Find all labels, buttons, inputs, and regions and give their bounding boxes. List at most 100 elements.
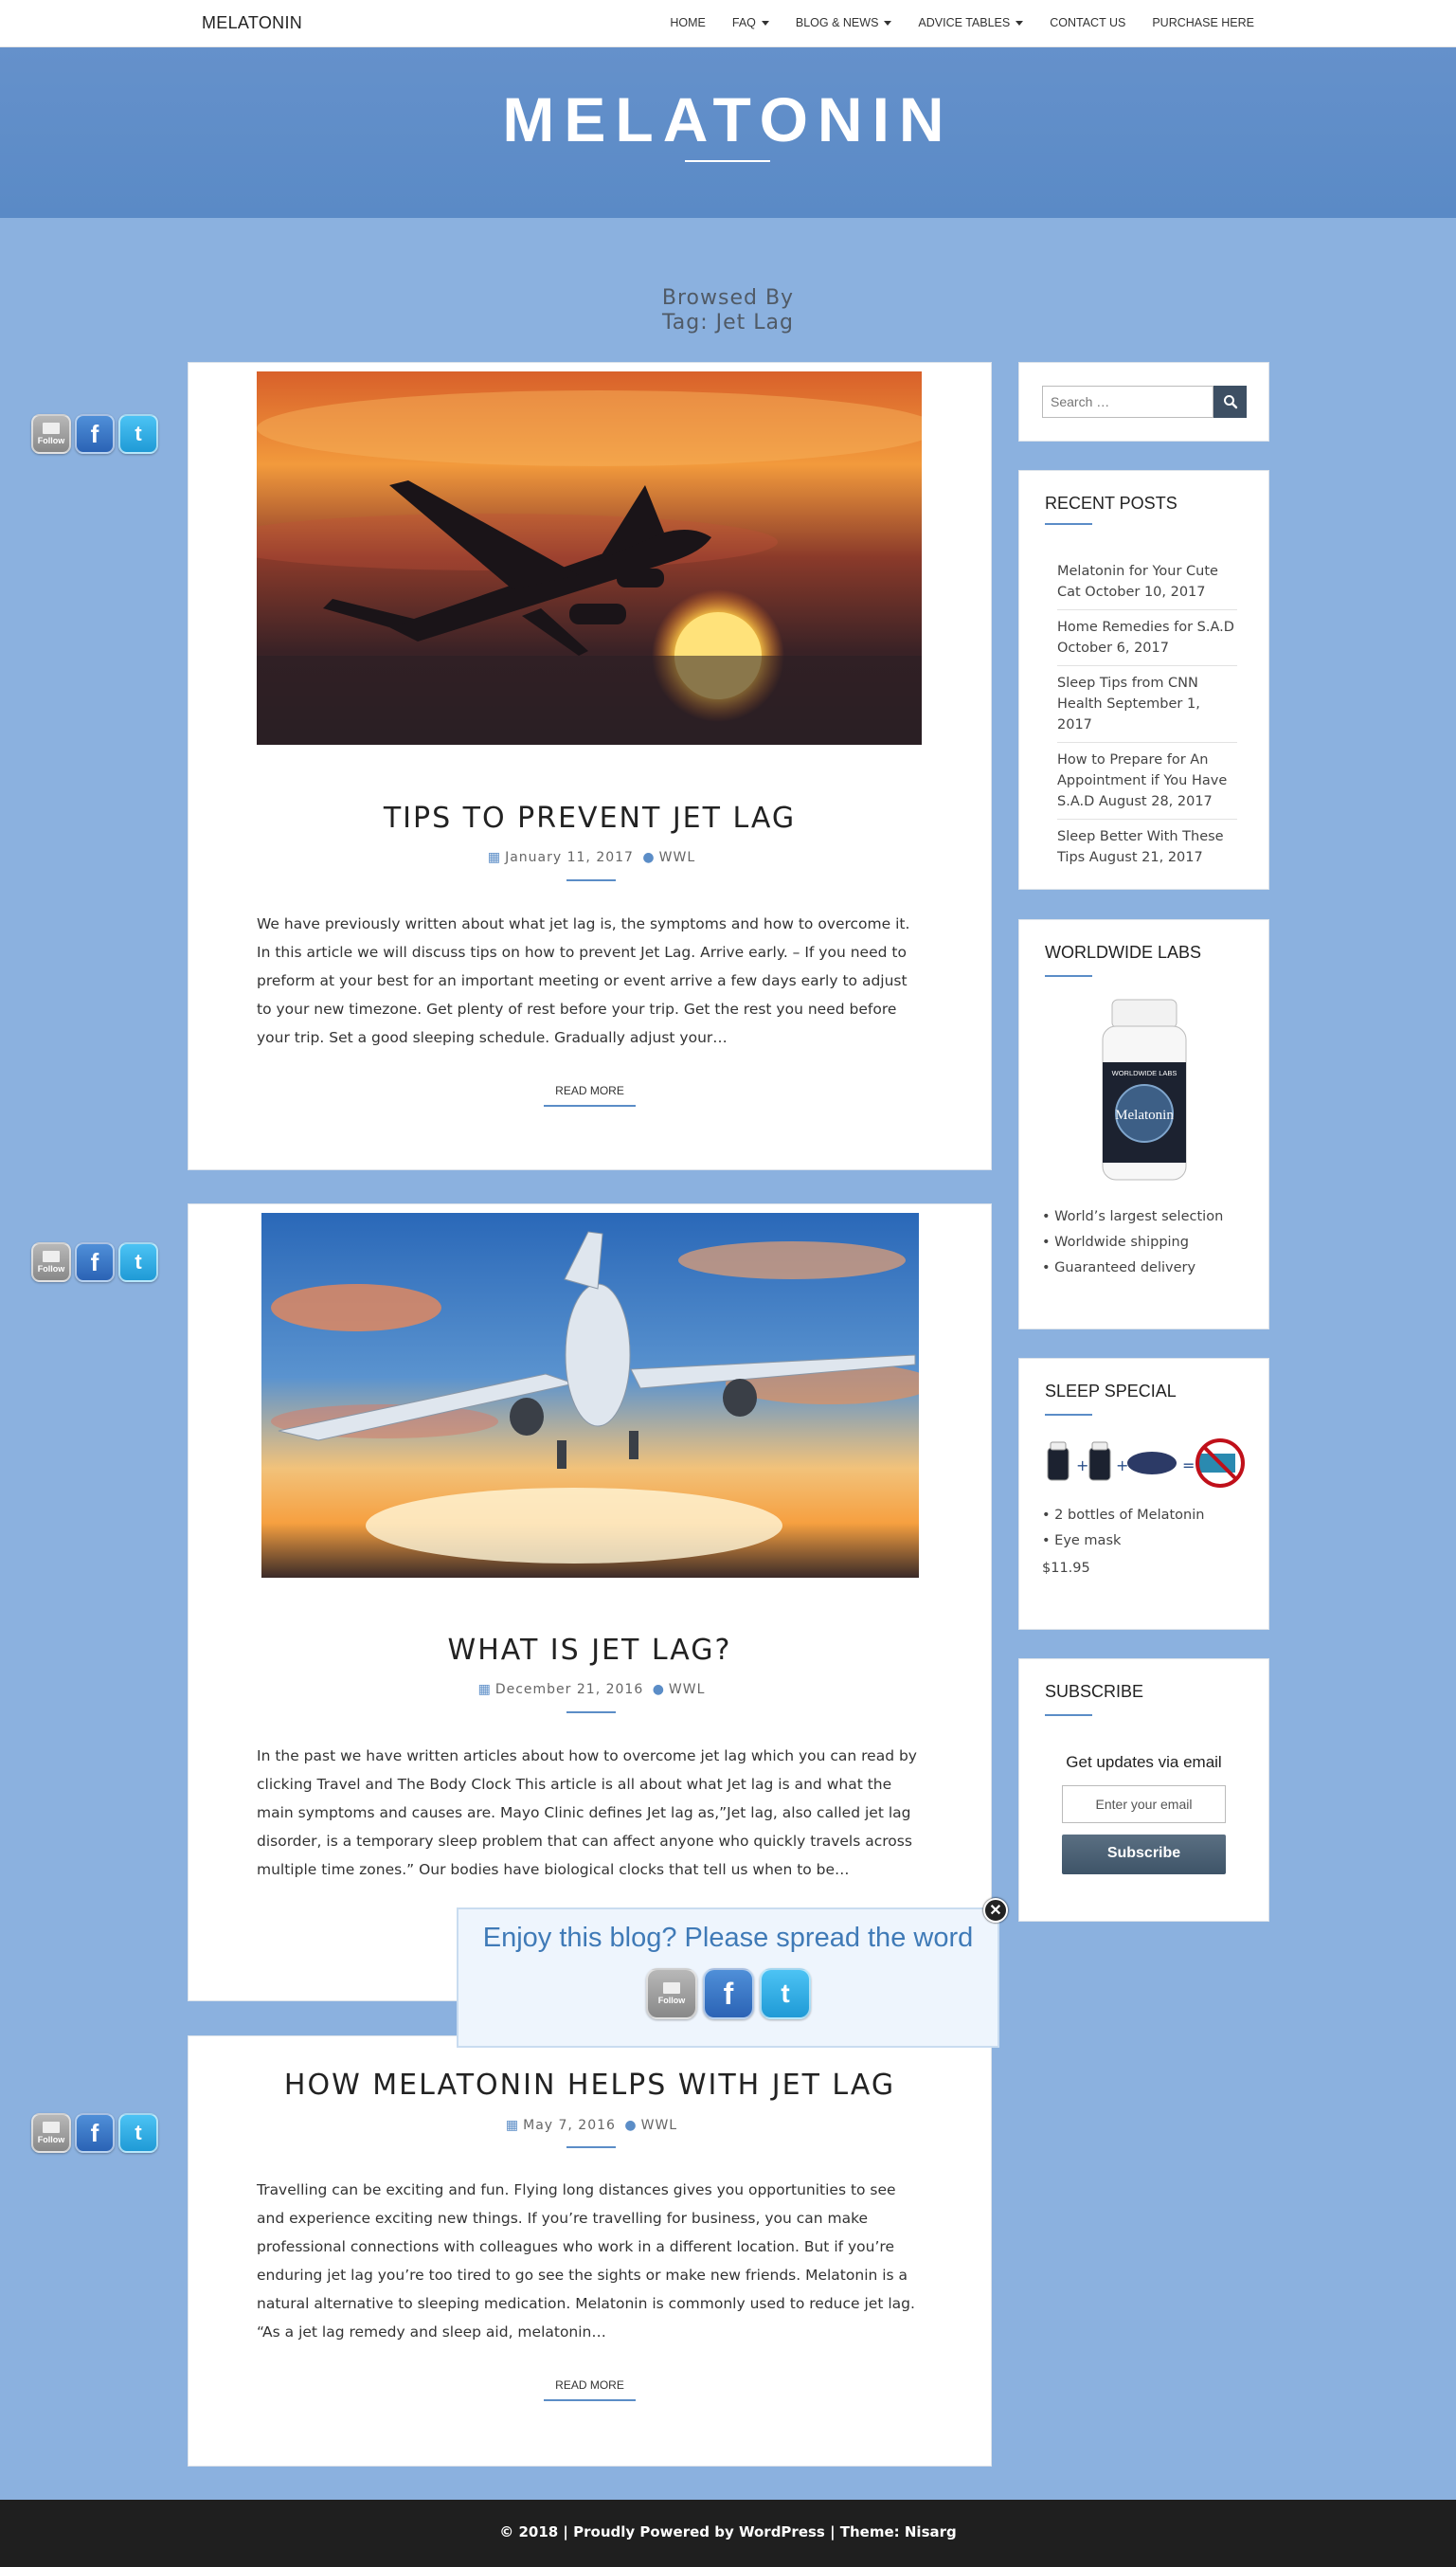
post-meta: ▦ May 7, 2016 ● WWL [189, 2118, 991, 2133]
special-contents-list: • 2 bottles of Melatonin • Eye mask [1042, 1508, 1205, 1548]
recent-posts-list: Melatonin for Your Cute Cat October 10, … [1057, 554, 1237, 875]
post-date-link[interactable]: January 11, 2017 [505, 850, 634, 865]
facebook-share-button[interactable]: f [75, 1242, 115, 1282]
post-title-link[interactable]: TIPS TO PREVENT JET LAG [189, 802, 991, 835]
post-meta: ▦ December 21, 2016 ● WWL [189, 1682, 991, 1697]
popup-title: Enjoy this blog? Please spread the word [482, 1923, 974, 1953]
site-header: MELATONIN [0, 47, 1456, 218]
subscribe-widget: SUBSCRIBE Get updates via email Enter yo… [1018, 1658, 1269, 1922]
site-title[interactable]: MELATONIN [0, 83, 1456, 155]
widget-title: SLEEP SPECIAL [1045, 1382, 1177, 1401]
close-icon[interactable]: ✕ [983, 1898, 1008, 1923]
twitter-share-button[interactable]: t [118, 2113, 158, 2153]
recent-posts-widget: RECENT POSTS Melatonin for Your Cute Cat… [1018, 470, 1269, 890]
share-bar: Follow f t [31, 1242, 158, 1282]
search-widget [1018, 362, 1269, 442]
recent-post-link[interactable]: Melatonin for Your Cute Cat October 10, … [1057, 554, 1237, 610]
svg-text:=: = [1182, 1456, 1195, 1474]
nav-item-blog-news[interactable]: BLOG & NEWS [796, 16, 892, 29]
nav-item-purchase-here[interactable]: PURCHASE HERE [1152, 16, 1254, 29]
sleep-special-bundle-image[interactable]: + + = [1046, 1435, 1252, 1491]
follow-email-button[interactable]: Follow [31, 2113, 71, 2153]
search-input[interactable] [1042, 386, 1213, 418]
recent-post-link[interactable]: Sleep Better With These Tips August 21, … [1057, 820, 1237, 875]
chevron-down-icon [761, 21, 769, 27]
labs-features-list: • World’s largest selection • Worldwide … [1042, 1209, 1224, 1275]
title-underline [685, 160, 770, 162]
post-date-link[interactable]: May 7, 2016 [523, 2118, 616, 2133]
user-icon: ● [642, 850, 656, 865]
read-more-button[interactable]: READ MORE [189, 2378, 991, 2401]
svg-text:+: + [1076, 1456, 1088, 1474]
follow-email-button[interactable]: Follow [31, 414, 71, 454]
envelope-icon [43, 1251, 60, 1262]
post-card: HOW MELATONIN HELPS WITH JET LAG ▦ May 7,… [188, 2035, 992, 2467]
calendar-icon: ▦ [487, 850, 502, 865]
calendar-icon: ▦ [505, 2118, 520, 2133]
widget-title-underline [1045, 975, 1092, 977]
widget-title: SUBSCRIBE [1045, 1682, 1144, 1701]
main-menu: HOME FAQ BLOG & NEWS ADVICE TABLES CONTA… [670, 16, 1254, 29]
nav-item-faq[interactable]: FAQ [732, 16, 769, 29]
facebook-icon: f [90, 1247, 99, 1276]
nav-item-contact-us[interactable]: CONTACT US [1050, 16, 1125, 29]
widget-title: WORLDWIDE LABS [1045, 943, 1202, 962]
airplane-sunset-image[interactable] [257, 371, 922, 745]
follow-email-button[interactable]: Follow [646, 1968, 697, 2019]
airplane-takeoff-image[interactable] [261, 1213, 919, 1578]
nav-item-home[interactable]: HOME [670, 16, 706, 29]
melatonin-bottle-image[interactable]: WORLDWIDE LABS Melatonin [1095, 998, 1194, 1184]
facebook-icon: f [90, 2118, 99, 2147]
nav-item-advice-tables[interactable]: ADVICE TABLES [918, 16, 1024, 29]
svg-text:+: + [1116, 1456, 1128, 1474]
facebook-icon: f [723, 1976, 734, 2011]
post-excerpt: In the past we have written articles abo… [257, 1747, 917, 1878]
search-icon [1223, 395, 1237, 409]
chevron-down-icon [1016, 21, 1024, 27]
post-date-link[interactable]: December 21, 2016 [495, 1682, 643, 1697]
post-author-link[interactable]: WWL [641, 2118, 678, 2133]
facebook-share-button[interactable]: f [703, 1968, 754, 2019]
read-more-button[interactable]: READ MORE [189, 1084, 991, 1107]
facebook-share-button[interactable]: f [75, 2113, 115, 2153]
meta-divider [566, 1711, 616, 1713]
widget-title-underline [1045, 523, 1092, 525]
subscribe-button[interactable]: Subscribe [1062, 1835, 1226, 1874]
twitter-icon: t [135, 2121, 142, 2144]
recent-post-link[interactable]: Home Remedies for S.A.D October 6, 2017 [1057, 610, 1237, 666]
recent-post-link[interactable]: How to Prepare for An Appointment if You… [1057, 743, 1237, 820]
post-title-link[interactable]: HOW MELATONIN HELPS WITH JET LAG [189, 2069, 991, 2102]
envelope-icon [663, 1982, 680, 1994]
search-button[interactable] [1213, 386, 1247, 418]
post-meta: ▦ January 11, 2017 ● WWL [189, 850, 991, 865]
envelope-icon [43, 423, 60, 434]
meta-divider [566, 2146, 616, 2148]
facebook-icon: f [90, 419, 99, 448]
post-author-link[interactable]: WWL [659, 850, 696, 865]
post-author-link[interactable]: WWL [669, 1682, 706, 1697]
twitter-share-button[interactable]: t [760, 1968, 811, 2019]
share-popup: Enjoy this blog? Please spread the word … [457, 1907, 999, 2048]
subscribe-heading: Get updates via email [1066, 1753, 1222, 1771]
widget-title-underline [1045, 1714, 1092, 1716]
site-brand-link[interactable]: MELATONIN [202, 13, 302, 33]
popup-share-icons: Follow f t [646, 1968, 811, 2019]
email-field[interactable]: Enter your email [1062, 1785, 1226, 1823]
calendar-icon: ▦ [477, 1682, 492, 1697]
sleep-special-widget: SLEEP SPECIAL + + = • 2 bottles of Melat… [1018, 1358, 1269, 1630]
facebook-share-button[interactable]: f [75, 414, 115, 454]
special-price: $11.95 [1042, 1561, 1090, 1576]
worldwide-labs-widget: WORLDWIDE LABS WORLDWIDE LABS Melatonin … [1018, 919, 1269, 1329]
twitter-share-button[interactable]: t [118, 1242, 158, 1282]
meta-divider [566, 879, 616, 881]
post-excerpt: We have previously written about what je… [257, 915, 910, 1046]
post-title-link[interactable]: WHAT IS JET LAG? [189, 1634, 991, 1667]
follow-email-button[interactable]: Follow [31, 1242, 71, 1282]
twitter-share-button[interactable]: t [118, 414, 158, 454]
twitter-icon: t [781, 1979, 790, 2008]
top-navbar: MELATONIN HOME FAQ BLOG & NEWS ADVICE TA… [0, 0, 1456, 47]
user-icon: ● [652, 1682, 665, 1697]
widget-title-underline [1045, 1414, 1092, 1416]
user-icon: ● [624, 2118, 638, 2133]
recent-post-link[interactable]: Sleep Tips from CNN Health September 1, … [1057, 666, 1237, 743]
